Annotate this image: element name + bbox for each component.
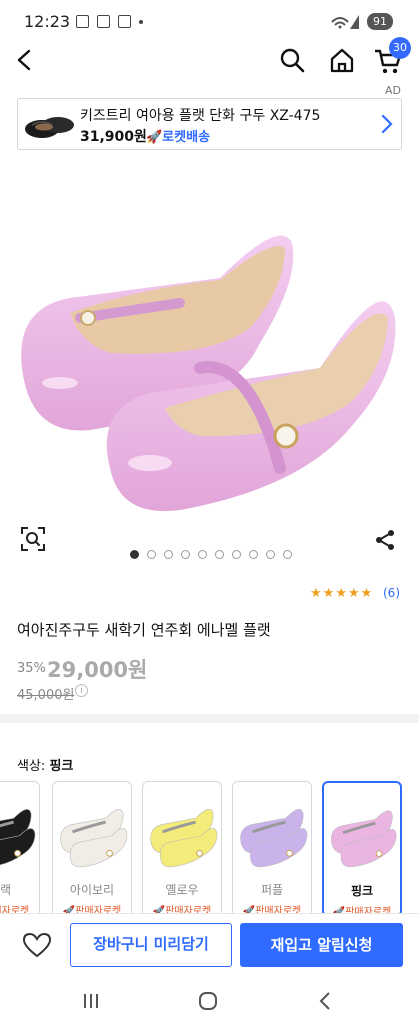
section-divider (0, 714, 419, 723)
gallery-dot[interactable] (198, 550, 207, 559)
cart-count-badge: 30 (389, 37, 411, 59)
sponsored-product-banner[interactable]: 키즈트리 여아용 플랫 단화 구두 XZ-475 31,900원 🚀로켓배송 (17, 98, 402, 150)
restock-notify-button[interactable]: 재입고 알림신청 (240, 923, 403, 967)
color-option-name: 아이보리 (69, 883, 115, 897)
color-option-name: 퍼플 (260, 883, 284, 897)
color-option-name: 블랙 (0, 883, 12, 897)
rocket-delivery-badge: 🚀로켓배송 (146, 130, 211, 145)
ad-label: AD (385, 84, 401, 97)
star-icon: ★ (322, 586, 335, 601)
status-time: 12:23 (24, 12, 71, 31)
bottom-action-bar: 장바구니 미리담기 재입고 알림신청 (0, 913, 419, 979)
back-nav-icon[interactable] (318, 991, 332, 1011)
rating-stars: ★ ★ ★ ★ ★ (310, 586, 372, 601)
system-nav-bar (0, 979, 419, 1024)
gallery-dot[interactable] (249, 550, 258, 559)
star-icon: ★ (335, 586, 347, 601)
sale-price: 29,000원 (47, 658, 148, 682)
screenshot-notification-icon (97, 15, 110, 28)
color-option-thumbnail (240, 809, 308, 868)
gallery-pagination (130, 550, 292, 559)
message-notification-icon (118, 15, 131, 28)
more-notifications-icon (139, 20, 143, 24)
image-zoom-icon[interactable] (20, 526, 46, 552)
notification-icons (76, 15, 143, 28)
color-option-thumbnail (150, 809, 218, 868)
ad-product-title: 키즈트리 여아용 플랫 단화 구두 XZ-475 (80, 108, 321, 124)
home-icon[interactable] (328, 46, 356, 74)
ad-product-price: 31,900원 (80, 129, 147, 145)
star-icon: ★ (360, 586, 373, 601)
color-option-name: 옐로우 (165, 883, 199, 897)
gallery-dot[interactable] (232, 550, 241, 559)
recent-apps-icon[interactable] (82, 993, 100, 1009)
app-bar (0, 40, 419, 84)
add-to-cart-preview-button[interactable]: 장바구니 미리담기 (70, 923, 232, 967)
product-title: 여아진주구두 새학기 연주회 에나멜 플랫 (17, 621, 271, 639)
chevron-right-icon (381, 114, 393, 134)
color-option-2[interactable]: 옐로우 🚀판매자로켓 (142, 781, 222, 917)
discount-rate: 35% (17, 661, 46, 676)
battery-indicator: 91 (367, 13, 393, 30)
gallery-dot[interactable] (283, 550, 292, 559)
info-icon[interactable]: i (75, 684, 88, 697)
ad-product-thumbnail (25, 117, 74, 138)
color-option-name: 핑크 (350, 884, 374, 898)
color-option-thumbnail (331, 810, 397, 868)
gallery-dot[interactable] (266, 550, 275, 559)
color-option-1[interactable]: 아이보리 🚀판매자로켓 (52, 781, 132, 917)
review-count[interactable]: (6) (383, 586, 400, 600)
gallery-dot[interactable] (130, 550, 139, 559)
back-arrow-icon[interactable] (14, 48, 36, 72)
selected-color: 핑크 (49, 759, 74, 774)
star-icon: ★ (310, 586, 322, 601)
color-option-3[interactable]: 퍼플 🚀판매자로켓 (232, 781, 312, 917)
color-label-prefix: 색상: (17, 759, 50, 774)
product-main-image[interactable] (0, 168, 419, 540)
heart-icon[interactable] (22, 932, 52, 958)
share-icon[interactable] (373, 528, 397, 552)
gallery-dot[interactable] (147, 550, 156, 559)
original-price: 45,000원 (17, 688, 75, 703)
gallery-dot[interactable] (164, 550, 173, 559)
color-option-0[interactable]: 블랙🚀판매자로켓 (0, 781, 40, 917)
color-option-4[interactable]: 핑크 🚀판매자로켓 (322, 781, 402, 917)
home-nav-icon[interactable] (198, 991, 218, 1011)
search-icon[interactable] (279, 47, 305, 73)
gallery-notification-icon (76, 15, 89, 28)
color-option-thumbnail (60, 809, 128, 868)
gallery-dot[interactable] (181, 550, 190, 559)
color-option-thumbnail (0, 809, 36, 866)
star-icon: ★ (347, 586, 360, 601)
wifi-signal-icon (331, 15, 359, 29)
color-option-label: 색상: 핑크 (17, 755, 73, 774)
gallery-dot[interactable] (215, 550, 224, 559)
status-bar: 12:23 91 (0, 0, 419, 40)
